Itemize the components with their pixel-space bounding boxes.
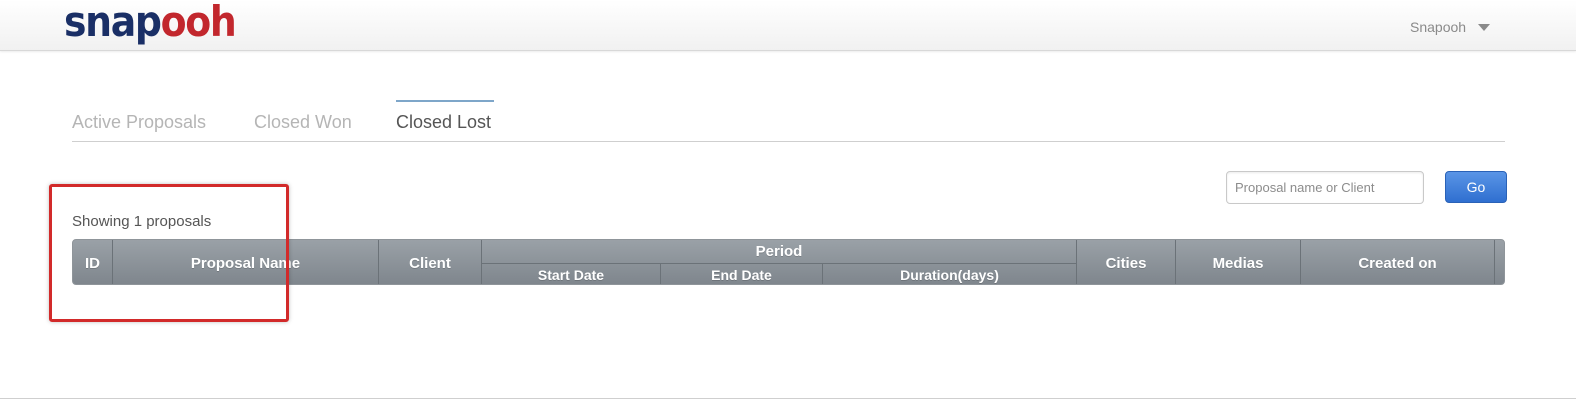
annotation-highlight-box	[49, 184, 289, 322]
col-client[interactable]: Client	[379, 240, 482, 284]
proposal-tabs: Active Proposals Closed Won Closed Lost	[72, 100, 1505, 142]
snapooh-logo[interactable]: snapooh	[64, 0, 237, 52]
tab-closed-lost[interactable]: Closed Lost	[396, 100, 494, 142]
tab-active-proposals[interactable]: Active Proposals	[72, 100, 206, 140]
search-input[interactable]	[1226, 171, 1424, 204]
caret-down-icon	[1478, 23, 1491, 31]
col-cities[interactable]: Cities	[1077, 240, 1176, 284]
tab-closed-won[interactable]: Closed Won	[254, 100, 352, 140]
user-menu[interactable]: Snapooh	[1410, 18, 1491, 36]
footer-divider	[0, 398, 1576, 399]
col-start-date[interactable]: Start Date	[482, 263, 661, 284]
user-name: Snapooh	[1410, 19, 1467, 35]
logo-text-snap: snap	[64, 0, 162, 46]
col-duration[interactable]: Duration(days)	[823, 263, 1077, 284]
col-created-on[interactable]: Created on	[1301, 240, 1495, 284]
col-period: Period	[482, 240, 1077, 263]
top-header: snapooh Snapooh	[0, 0, 1576, 51]
logo-text-ooh: ooh	[160, 0, 237, 46]
col-end-date[interactable]: End Date	[661, 263, 823, 284]
col-medias[interactable]: Medias	[1176, 240, 1301, 284]
go-button[interactable]: Go	[1445, 171, 1507, 203]
